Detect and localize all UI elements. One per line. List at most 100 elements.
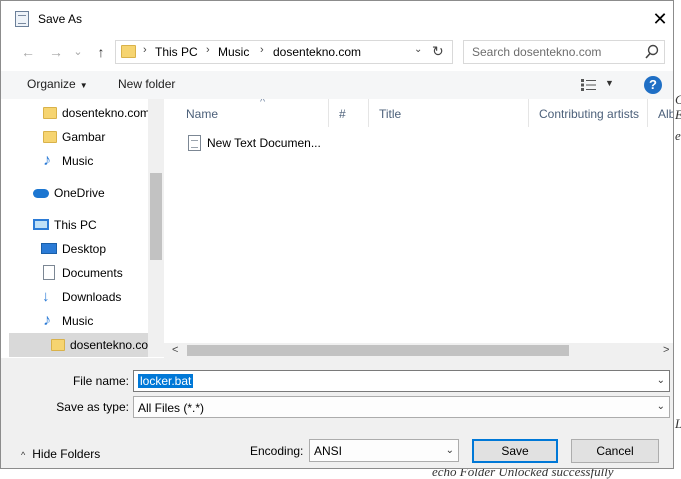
scroll-left-button[interactable]: < <box>172 343 178 358</box>
nav-item-label: Music <box>62 154 94 168</box>
refresh-icon[interactable]: ↻ <box>432 43 444 60</box>
nav-item-label: OneDrive <box>54 186 105 200</box>
nav-item-label: This PC <box>54 218 97 232</box>
background-text: e <box>675 128 681 143</box>
nav-item-music-2[interactable]: ♪ Music <box>9 309 149 333</box>
cancel-button[interactable]: Cancel <box>571 439 659 463</box>
sort-ascending-icon: ^ <box>260 99 266 108</box>
view-dropdown-icon[interactable]: ▼ <box>605 78 614 88</box>
breadcrumb-separator[interactable]: › <box>206 44 210 56</box>
nav-item-downloads[interactable]: ↓ Downloads <box>9 285 149 309</box>
navigation-pane: dosentekno.com Gambar ♪ Music OneDrive T… <box>9 99 164 357</box>
recent-locations-button[interactable]: ⌄ <box>67 41 89 63</box>
column-label: Albu <box>658 107 673 121</box>
encoding-select[interactable]: ANSI ⌄ <box>309 439 459 462</box>
file-name-value[interactable]: locker.bat <box>138 374 194 388</box>
nav-item-onedrive[interactable]: OneDrive <box>9 181 149 205</box>
back-button[interactable]: ← <box>17 41 39 63</box>
background-text: C <box>675 92 681 108</box>
help-icon[interactable]: ? <box>644 76 662 94</box>
up-button[interactable]: ↑ <box>90 41 112 63</box>
column-header-title[interactable]: Title <box>369 99 529 127</box>
search-icon[interactable] <box>645 44 659 60</box>
breadcrumb-this-pc[interactable]: This PC <box>155 45 198 59</box>
close-button[interactable]: ✕ <box>645 5 675 33</box>
file-name-field[interactable]: locker.bat ⌄ <box>133 370 670 392</box>
folder-icon <box>51 339 65 351</box>
column-header-album[interactable]: Albu <box>648 99 673 127</box>
breadcrumb-separator[interactable]: › <box>260 44 264 56</box>
save-as-type-label: Save as type: <box>56 400 129 414</box>
nav-item-this-pc[interactable]: This PC <box>9 213 149 237</box>
search-placeholder: Search dosentekno.com <box>472 45 602 59</box>
encoding-value: ANSI <box>314 444 343 458</box>
column-header-name[interactable]: ^ Name <box>176 99 329 127</box>
nav-item-gambar[interactable]: Gambar <box>9 125 149 149</box>
chevron-down-icon: ⌄ <box>656 401 665 412</box>
command-bar: Organize ▼ New folder ▼ ? <box>1 71 673 99</box>
address-bar[interactable]: › This PC › Music › dosentekno.com ⌄ ↻ <box>115 40 453 64</box>
nav-item-music[interactable]: ♪ Music <box>9 149 149 173</box>
save-as-type-value: All Files (*.*) <box>138 401 205 415</box>
column-label: Contributing artists <box>539 107 640 121</box>
background-page-edge: C E e L <box>674 0 681 479</box>
folder-icon <box>43 107 57 119</box>
column-header-number[interactable]: # <box>329 99 369 127</box>
save-as-type-select[interactable]: All Files (*.*) ⌄ <box>133 396 670 418</box>
breadcrumb-music[interactable]: Music <box>218 45 249 59</box>
nav-item-label: Music <box>62 314 94 328</box>
cloud-icon <box>33 189 49 198</box>
save-button[interactable]: Save <box>472 439 558 463</box>
save-as-dialog: Save As ✕ ← → ⌄ ↑ › This PC › Music › do… <box>0 0 674 469</box>
nav-item-documents[interactable]: Documents <box>9 261 149 285</box>
music-icon: ♪ <box>43 312 51 329</box>
folder-icon <box>43 131 57 143</box>
nav-item-desktop[interactable]: Desktop <box>9 237 149 261</box>
column-header-contributing-artists[interactable]: Contributing artists <box>529 99 648 127</box>
hide-folders-label: Hide Folders <box>32 447 101 461</box>
file-list: ^ Name # Title Contributing artists Albu… <box>164 99 673 357</box>
chevron-down-icon[interactable]: ⌄ <box>657 375 665 386</box>
organize-label: Organize <box>27 77 76 91</box>
encoding-label: Encoding: <box>250 444 304 458</box>
organize-button[interactable]: Organize ▼ <box>27 77 88 91</box>
breadcrumb-separator: › <box>143 44 147 56</box>
title-bar[interactable]: Save As ✕ <box>1 1 673 37</box>
column-label: Title <box>379 107 402 121</box>
nav-scrollbar-thumb[interactable] <box>150 173 162 260</box>
notepad-icon <box>15 11 29 27</box>
download-icon: ↓ <box>42 288 50 305</box>
hide-folders-button[interactable]: ^ Hide Folders <box>21 447 100 461</box>
nav-item-label: dosentekno.com <box>62 106 151 120</box>
background-text: echo Folder Unlocked successfully <box>432 468 614 479</box>
documents-icon <box>43 265 55 280</box>
nav-item-label: dosentekno.com <box>70 338 159 352</box>
nav-item-label: Downloads <box>62 290 122 304</box>
forward-button[interactable]: → <box>45 41 67 63</box>
music-icon: ♪ <box>43 152 51 169</box>
chevron-down-icon: ⌄ <box>445 445 454 456</box>
column-label: Name <box>186 107 219 121</box>
view-options-icon[interactable] <box>581 79 597 91</box>
background-text: L <box>675 416 681 432</box>
nav-item-label: Desktop <box>62 242 107 256</box>
nav-item-dosentekno-selected[interactable]: dosentekno.com <box>9 333 158 357</box>
background-text: E <box>675 107 681 123</box>
pc-icon <box>33 219 49 230</box>
file-name-label: File name: <box>72 374 129 388</box>
background-page-bottom: echo Folder Unlocked successfully <box>432 468 681 479</box>
address-dropdown[interactable]: ⌄ <box>414 44 422 55</box>
new-folder-button[interactable]: New folder <box>118 77 175 91</box>
file-item[interactable]: New Text Documen... <box>174 133 334 153</box>
column-label: # <box>339 107 346 121</box>
nav-item-dosentekno[interactable]: dosentekno.com <box>9 101 151 125</box>
chevron-up-icon: ^ <box>21 450 26 460</box>
desktop-icon <box>41 243 57 254</box>
scroll-right-button[interactable]: > <box>663 343 669 358</box>
breadcrumb-dosentekno[interactable]: dosentekno.com <box>273 45 361 59</box>
text-file-icon <box>188 135 201 151</box>
file-name: New Text Documen... <box>207 136 321 150</box>
dialog-title: Save As <box>38 12 83 26</box>
horizontal-scrollbar-thumb[interactable] <box>187 345 569 356</box>
search-box[interactable]: Search dosentekno.com <box>463 40 665 64</box>
